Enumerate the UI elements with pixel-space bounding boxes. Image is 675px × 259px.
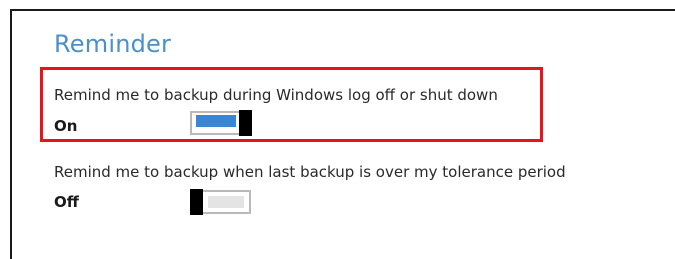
setting-state-tolerance-reminder: Off: [54, 193, 79, 211]
logoff-reminder-toggle[interactable]: [190, 110, 252, 136]
tolerance-reminder-toggle[interactable]: [190, 189, 251, 215]
setting-label-logoff-reminder: Remind me to backup during Windows log o…: [54, 86, 498, 104]
section-title: Reminder: [54, 30, 172, 58]
toggle-fill: [196, 115, 236, 127]
setting-label-tolerance-reminder: Remind me to backup when last backup is …: [54, 163, 566, 181]
toggle-knob[interactable]: [190, 189, 203, 215]
highlight-box: [40, 67, 543, 142]
toggle-fill: [208, 196, 244, 208]
setting-state-logoff-reminder: On: [54, 117, 78, 135]
toggle-knob[interactable]: [239, 110, 252, 136]
